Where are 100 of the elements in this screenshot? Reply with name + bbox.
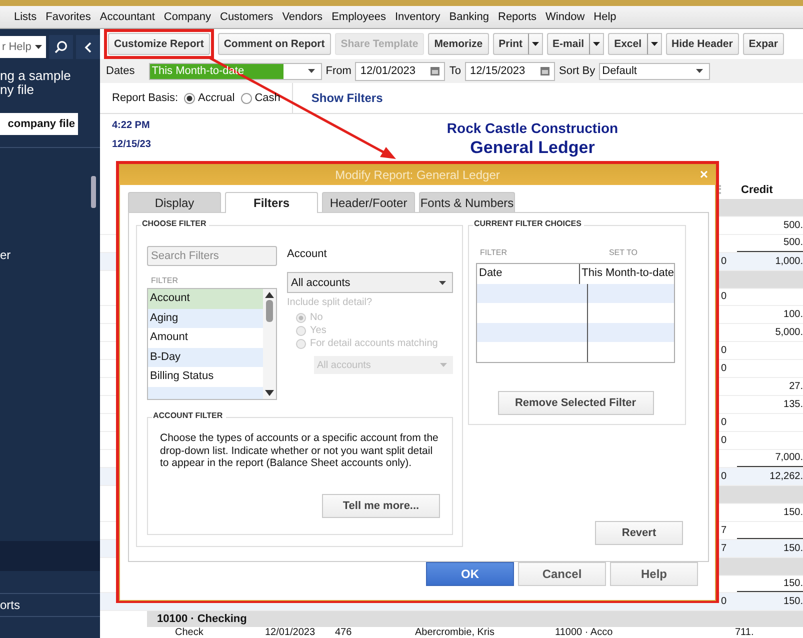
caret-icon	[35, 45, 42, 49]
table-cell: 7	[721, 542, 727, 554]
field-label: Account	[287, 248, 328, 262]
radio-label: Accrual	[198, 92, 235, 104]
report-title: General Ledger	[470, 138, 595, 158]
dates-label: Dates	[106, 65, 135, 77]
tab[interactable]: Fonts & Numbers	[419, 192, 515, 212]
toolbar-button[interactable]: Comment on Report	[218, 33, 331, 55]
dialog-title: Modify Report: General Ledger	[335, 168, 500, 182]
table-cell: 150.	[784, 596, 803, 608]
table-cell: 0	[721, 596, 727, 608]
caret-icon	[440, 363, 447, 367]
search-field[interactable]: Search Filters	[147, 246, 277, 266]
help-text: Choose the types of accounts or a specific account from the drop-down list. Indicate whether or not you want split detail to appear in the report (Balance Sheet accounts only).	[160, 432, 440, 470]
dialog-button[interactable]: Cancel	[518, 562, 606, 586]
dropdown-button[interactable]	[648, 33, 662, 55]
account-dropdown[interactable]: All accounts	[287, 272, 453, 293]
sort-by-dropdown[interactable]: Default	[599, 62, 710, 80]
menu-item[interactable]: Help	[594, 11, 616, 23]
radio-button[interactable]	[184, 92, 196, 104]
menu-item[interactable]: Banking	[449, 11, 489, 23]
from-label: From	[326, 65, 352, 77]
toolbar-button[interactable]: E-mail	[546, 33, 590, 55]
toolbar-button[interactable]: Expar	[742, 33, 784, 55]
menu-item[interactable]: Accountant	[100, 11, 155, 23]
menu-item[interactable]: Favorites	[46, 11, 91, 23]
radio-button[interactable]	[240, 92, 252, 104]
scrollbar[interactable]	[263, 289, 276, 399]
sort-by-label: Sort By	[559, 65, 596, 77]
menu-item[interactable]: Window	[546, 11, 585, 23]
toolbar-button[interactable]: Memorize	[428, 33, 489, 55]
table-cell-text: 12/01/2023	[265, 627, 316, 638]
caret-icon	[532, 42, 539, 46]
column-header: FILTER	[480, 248, 507, 259]
tell-me-more-button[interactable]: Tell me more...	[322, 494, 440, 518]
menu-item[interactable]: Customers	[220, 11, 274, 23]
table-cell: 0	[721, 256, 727, 267]
down-arrow-icon	[265, 390, 274, 396]
caret-icon	[696, 69, 704, 73]
tab[interactable]: Filters	[225, 192, 318, 213]
caret-icon	[650, 42, 658, 46]
list-item[interactable]: Aging	[148, 308, 263, 328]
menu-item[interactable]: Lists	[14, 11, 37, 23]
show-filters-link[interactable]: Show Filters	[311, 91, 383, 105]
group-heading: CURRENT FILTER CHOICES	[473, 219, 584, 228]
scrollbar-thumb[interactable]	[266, 300, 273, 322]
dropdown-button[interactable]	[590, 33, 604, 55]
toolbar-button[interactable]: Excel	[608, 33, 648, 55]
caret-icon	[308, 69, 315, 73]
table-cell: 150.	[784, 578, 803, 589]
collapse-button[interactable]	[76, 35, 100, 59]
dialog-button[interactable]: OK	[426, 562, 514, 586]
table-cell: 0	[721, 417, 727, 428]
to-label: To	[449, 65, 462, 77]
table-cell: 0	[721, 291, 727, 302]
radio-label: For detail accounts matching	[310, 338, 438, 349]
table-cell: 150.	[784, 506, 803, 518]
search-button[interactable]	[49, 35, 73, 59]
tab[interactable]: Header/Footer	[322, 192, 415, 212]
search-icon	[54, 40, 68, 54]
list-item[interactable]: Account	[148, 289, 263, 308]
scrollbar-thumb[interactable]	[91, 176, 96, 208]
menu-item[interactable]: Vendors	[282, 11, 323, 23]
tab[interactable]: Display	[128, 192, 221, 212]
calendar-icon	[540, 66, 550, 76]
toolbar-button[interactable]: Print	[492, 33, 529, 55]
help-search-field[interactable]: r Help	[0, 36, 46, 58]
list-heading: FILTER	[151, 276, 179, 285]
chevron-left-icon	[84, 42, 92, 52]
toolbar-button[interactable]: Hide Header	[666, 33, 739, 55]
table-cell: 1,000.	[775, 256, 803, 267]
toolbar-button[interactable]: Customize Report	[108, 33, 210, 55]
sidebar-item[interactable]: er	[0, 248, 11, 262]
menu-item[interactable]: Reports	[498, 11, 537, 23]
open-company-button[interactable]: company file	[0, 113, 78, 135]
sidebar-message: ng a sample ny file	[0, 67, 72, 99]
to-date-field[interactable]: 12/15/2023	[465, 62, 556, 80]
menu-item[interactable]: Company	[164, 11, 211, 23]
table-cell-text: 11000 · Acco	[555, 627, 614, 638]
caret-icon	[439, 280, 446, 284]
column-header: SET TO	[608, 248, 638, 259]
radio-label: Cash	[254, 92, 280, 104]
table-cell: 100.	[784, 309, 803, 320]
menu-item[interactable]: Inventory	[394, 11, 440, 23]
group-heading: CHOOSE FILTER	[141, 219, 210, 228]
revert-button[interactable]: Revert	[595, 521, 683, 545]
table-cell: 711.	[735, 627, 754, 638]
menu-item[interactable]: Employees	[332, 11, 386, 23]
remove-filter-button[interactable]: Remove Selected Filter	[498, 390, 654, 414]
dropdown-button[interactable]	[528, 33, 543, 55]
table-cell: 12,262.	[770, 470, 803, 482]
dialog-button[interactable]: Help	[610, 562, 698, 586]
table-cell: 0	[721, 363, 727, 374]
report-time: 4:22 PM	[112, 120, 151, 131]
from-date-field[interactable]: 12/01/2023	[355, 62, 446, 80]
table-cell: 150.	[784, 542, 803, 554]
list-item[interactable]: B-Day	[148, 348, 263, 367]
table-cell: 0	[721, 345, 727, 356]
table-cell-text: This Month-to-date	[580, 266, 674, 281]
split-detail-label: Include split detail?	[287, 297, 374, 308]
